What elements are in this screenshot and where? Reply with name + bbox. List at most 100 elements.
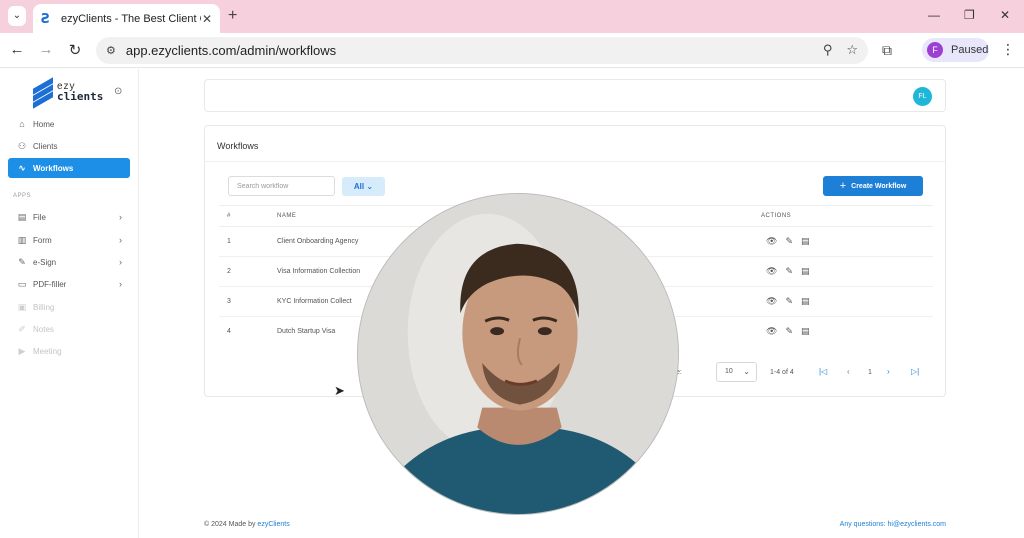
sidebar-pin-icon[interactable]: ⊙: [114, 86, 122, 97]
browser-tab-bar: ⌄ Ƨ ezyClients - The Best Client Onl ✕ +…: [0, 0, 1024, 33]
rows-per-page-select[interactable]: 10 ⌄: [716, 362, 757, 382]
row-number: 3: [227, 298, 231, 305]
sidebar: ezy clients ⊙ ⌂ Home ⚇ Clients ∿ Workflo…: [0, 69, 139, 538]
site-info-icon[interactable]: ⚙: [106, 44, 116, 57]
sidebar-item-esign[interactable]: ✎ e-Sign ›: [8, 252, 130, 272]
profile-button[interactable]: F Paused: [922, 38, 989, 62]
footer-contact-link[interactable]: Any questions: hi@ezyclients.com: [840, 521, 946, 528]
create-workflow-button[interactable]: + Create Workflow: [823, 176, 923, 196]
browser-tab[interactable]: Ƨ ezyClients - The Best Client Onl ✕: [33, 4, 220, 33]
edit-icon[interactable]: ✎: [785, 266, 793, 277]
sidebar-item-home[interactable]: ⌂ Home: [8, 114, 130, 134]
workflow-icon: ∿: [18, 162, 26, 173]
sidebar-item-form[interactable]: ▥ Form ›: [8, 230, 130, 250]
sign-icon: ✎: [18, 256, 26, 267]
notes-icon: ✐: [18, 323, 26, 334]
edit-icon[interactable]: ✎: [785, 236, 793, 247]
back-icon[interactable]: ←: [8, 41, 26, 58]
next-page-icon[interactable]: ›: [887, 367, 890, 376]
current-page[interactable]: 1: [868, 369, 872, 376]
url-text: app.ezyclients.com/admin/workflows: [125, 43, 337, 58]
sidebar-item-meeting[interactable]: ▶ Meeting: [8, 341, 130, 361]
sidebar-item-label: Workflows: [33, 163, 74, 173]
sidebar-item-notes[interactable]: ✐ Notes: [8, 319, 130, 339]
users-icon: ⚇: [17, 140, 27, 151]
chevron-right-icon: ›: [119, 279, 122, 289]
archive-icon[interactable]: ▤: [801, 266, 810, 277]
tab-search-dropdown[interactable]: ⌄: [8, 6, 26, 26]
last-page-icon[interactable]: ▷|: [911, 367, 919, 376]
column-header-name: NAME: [277, 213, 297, 219]
new-tab-icon[interactable]: +: [228, 7, 237, 25]
sidebar-item-file[interactable]: ▤ File ›: [8, 207, 130, 227]
edit-icon[interactable]: ✎: [785, 326, 793, 337]
plus-icon: +: [839, 180, 847, 192]
view-icon[interactable]: 👁: [766, 236, 777, 247]
prev-page-icon[interactable]: ‹: [847, 367, 850, 376]
profile-status: Paused: [951, 44, 989, 56]
column-header-num: #: [227, 213, 231, 219]
mouse-cursor-icon: ➤: [334, 383, 345, 398]
search-workflow-input[interactable]: [228, 176, 335, 196]
forward-icon[interactable]: →: [37, 41, 55, 58]
close-tab-icon[interactable]: ✕: [202, 12, 212, 26]
zoom-icon[interactable]: ⚲: [823, 42, 833, 58]
archive-icon[interactable]: ▤: [801, 326, 810, 337]
address-bar[interactable]: ⚙ app.ezyclients.com/admin/workflows ⚲ ☆: [96, 37, 868, 64]
file-icon: ▤: [17, 211, 27, 222]
first-page-icon[interactable]: |◁: [819, 367, 827, 376]
sidebar-item-label: Home: [33, 119, 55, 129]
sidebar-item-label: Meeting: [33, 346, 62, 356]
filter-label: All: [353, 182, 365, 191]
workflow-name[interactable]: Visa Information Collection: [277, 268, 360, 275]
chevron-down-icon: ⌄: [743, 367, 750, 376]
logo-text-bottom: clients: [57, 90, 104, 103]
view-icon[interactable]: 👁: [766, 296, 777, 307]
restore-icon[interactable]: ❐: [964, 8, 975, 22]
tab-title: ezyClients - The Best Client Onl: [61, 12, 201, 25]
sidebar-item-label: e-Sign: [33, 257, 57, 267]
bookmark-star-icon[interactable]: ☆: [846, 42, 858, 58]
billing-icon: ▣: [17, 301, 27, 312]
chevron-right-icon: ›: [119, 235, 122, 245]
sidebar-item-label: Notes: [33, 324, 54, 334]
filter-dropdown[interactable]: All ⌄: [342, 177, 385, 196]
reload-icon[interactable]: ↻: [66, 41, 84, 59]
archive-icon[interactable]: ▤: [801, 236, 810, 247]
edit-icon[interactable]: ✎: [785, 296, 793, 307]
footer-copyright: © 2024 Made by ezyClients: [204, 521, 290, 528]
extensions-icon[interactable]: ⧉: [882, 42, 892, 59]
column-header-actions: ACTIONS: [761, 213, 792, 219]
sidebar-item-label: PDF-filler: [33, 279, 67, 289]
ezyclients-logo[interactable]: ezy clients: [33, 77, 104, 109]
row-number: 4: [227, 328, 231, 335]
card-divider: [205, 161, 945, 162]
sidebar-section-apps: APPS: [13, 193, 32, 199]
user-avatar[interactable]: FL: [913, 87, 932, 106]
form-icon: ▥: [17, 234, 27, 245]
sidebar-item-clients[interactable]: ⚇ Clients: [8, 136, 130, 156]
chevron-down-icon: ⌄: [366, 182, 374, 191]
close-window-icon[interactable]: ✕: [1000, 8, 1010, 22]
footer-copyright-text: © 2024 Made by: [204, 521, 256, 528]
profile-avatar: F: [927, 42, 943, 58]
presenter-video: [358, 194, 678, 514]
view-icon[interactable]: 👁: [766, 326, 777, 337]
browser-menu-icon[interactable]: ⋮: [1001, 41, 1015, 58]
sidebar-item-workflows[interactable]: ∿ Workflows: [8, 158, 130, 178]
sidebar-item-label: Billing: [33, 302, 55, 312]
workflow-name[interactable]: Dutch Startup Visa: [277, 328, 335, 335]
sidebar-item-billing[interactable]: ▣ Billing: [8, 297, 130, 317]
rows-per-page-value: 10: [725, 368, 733, 375]
chevron-right-icon: ›: [119, 257, 122, 267]
home-icon: ⌂: [19, 119, 25, 129]
view-icon[interactable]: 👁: [766, 266, 777, 277]
sidebar-item-pdf-filler[interactable]: ▭ PDF-filler ›: [8, 274, 130, 294]
workflow-name[interactable]: Client Onboarding Agency: [277, 238, 358, 245]
workflow-name[interactable]: KYC Information Collect: [277, 298, 352, 305]
top-header-card: FL: [204, 79, 946, 112]
archive-icon[interactable]: ▤: [801, 296, 810, 307]
workflows-title: Workflows: [217, 141, 259, 151]
footer-brand-link[interactable]: ezyClients: [257, 521, 289, 528]
minimize-icon[interactable]: —: [928, 8, 940, 22]
